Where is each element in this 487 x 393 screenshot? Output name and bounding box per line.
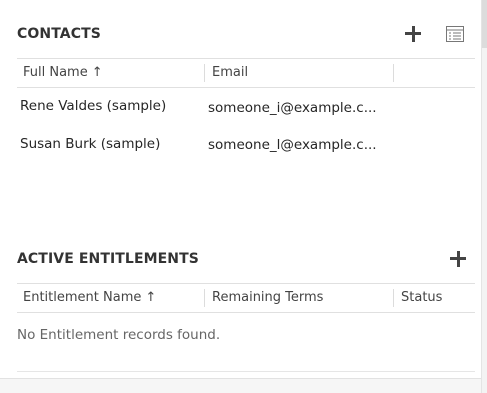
scrollbar-thumb[interactable]: [482, 0, 487, 48]
column-separator: [204, 289, 205, 307]
column-header-status[interactable]: Status: [401, 284, 442, 312]
column-header-label: Email: [212, 65, 249, 80]
sort-ascending-icon: ↑: [145, 290, 157, 305]
grid-view-icon[interactable]: [446, 26, 464, 42]
column-header-email[interactable]: Email: [212, 59, 248, 87]
contact-full-name-cell[interactable]: Rene Valdes (sample): [20, 98, 195, 114]
entitlements-grid-header: Entitlement Name ↑ Remaining Terms Status: [17, 283, 475, 313]
column-header-label: Full Name: [23, 65, 88, 80]
sort-ascending-icon: ↑: [91, 65, 103, 80]
page: CONTACTS Full Name ↑ Email Rene Valdes (s…: [0, 0, 487, 393]
column-header-label: Remaining Terms: [212, 290, 324, 305]
column-header-remaining-terms[interactable]: Remaining Terms: [212, 284, 323, 312]
contact-email-cell[interactable]: someone_l@example.c...: [208, 137, 378, 153]
contact-full-name-cell[interactable]: Susan Burk (sample): [20, 136, 195, 152]
empty-records-message: No Entitlement records found.: [17, 327, 221, 343]
entitlements-section-title: ACTIVE ENTITLEMENTS: [17, 251, 199, 267]
column-header-label: Entitlement Name: [23, 290, 142, 305]
contact-email-cell[interactable]: someone_i@example.c...: [208, 100, 378, 116]
column-separator: [393, 64, 394, 82]
section-divider: [17, 371, 475, 372]
column-header-entitlement-name[interactable]: Entitlement Name ↑: [23, 284, 156, 312]
vertical-scrollbar[interactable]: [481, 0, 487, 393]
add-entitlement-button[interactable]: [448, 249, 468, 269]
add-contact-button[interactable]: [403, 24, 423, 44]
horizontal-scrollbar[interactable]: [0, 378, 481, 393]
column-header-label: Status: [401, 290, 443, 305]
column-header-full-name[interactable]: Full Name ↑: [23, 59, 103, 87]
contacts-grid-header: Full Name ↑ Email: [17, 58, 475, 88]
column-separator: [393, 289, 394, 307]
column-separator: [204, 64, 205, 82]
contacts-section-title: CONTACTS: [17, 26, 101, 42]
